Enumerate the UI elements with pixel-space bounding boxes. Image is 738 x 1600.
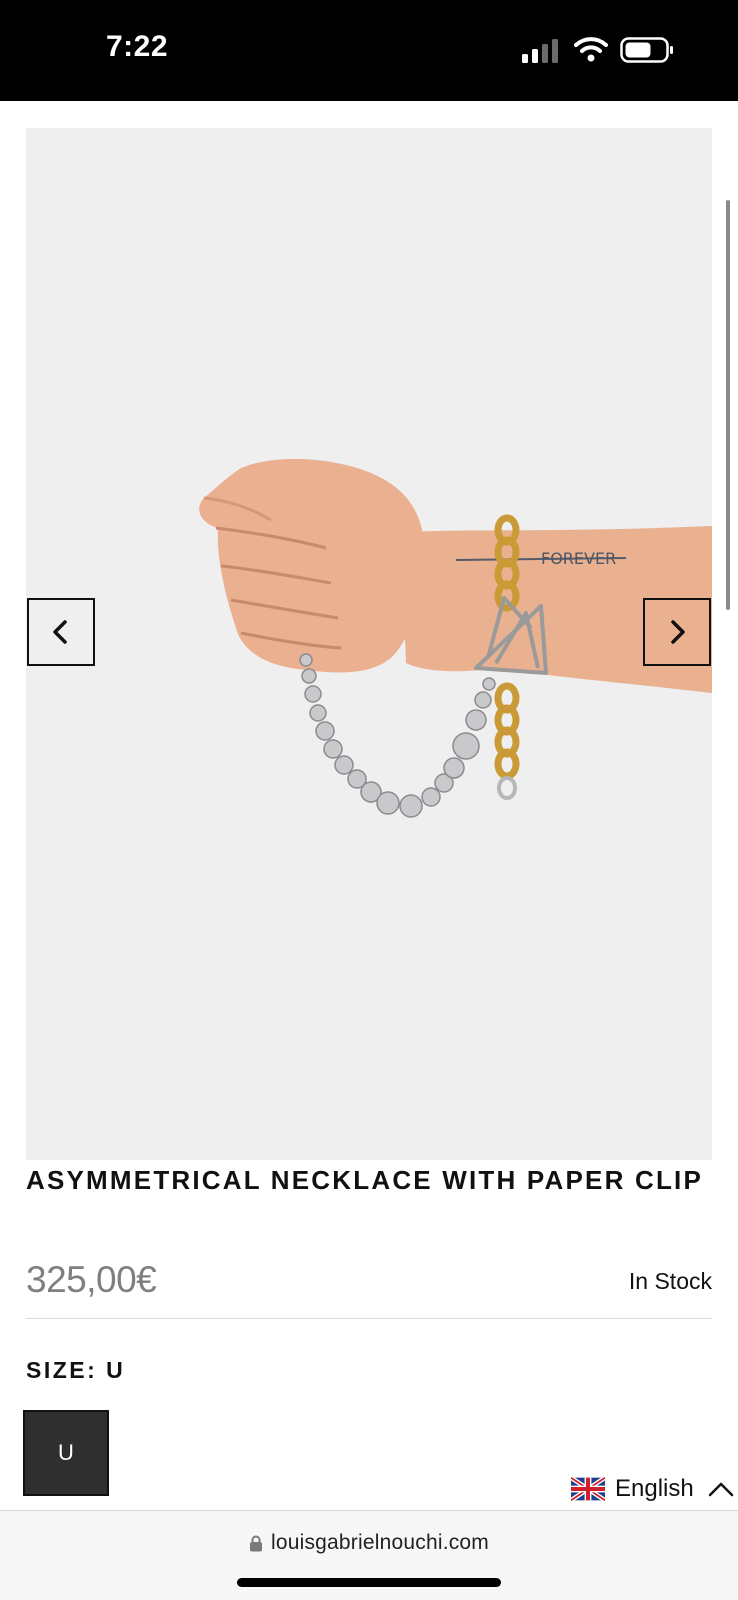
status-bar: 7:22 [0, 0, 738, 101]
language-switcher[interactable]: English [571, 1472, 734, 1506]
size-label: SIZE: U [26, 1357, 126, 1383]
gallery-prev-button[interactable] [27, 598, 95, 666]
chevron-up-icon [708, 1482, 733, 1497]
stock-status: In Stock [628, 1268, 712, 1294]
product-image: FOREVER [199, 458, 712, 818]
battery-icon [620, 37, 673, 63]
product-price: 325,00€ [26, 1259, 157, 1300]
url-container[interactable]: louisgabrielnouchi.com [0, 1531, 738, 1555]
cellular-signal-icon [522, 39, 558, 63]
home-indicator[interactable] [237, 1578, 501, 1587]
page-scrollbar[interactable] [726, 200, 730, 610]
status-time: 7:22 [106, 30, 169, 63]
chevron-left-icon [53, 620, 67, 644]
divider [26, 1318, 712, 1319]
chevron-right-icon [671, 620, 685, 644]
size-option-u[interactable]: U [23, 1410, 109, 1496]
uk-flag-icon [571, 1477, 605, 1501]
language-label: English [615, 1475, 694, 1502]
lock-icon [249, 1535, 262, 1551]
url-text[interactable]: louisgabrielnouchi.com [271, 1531, 489, 1555]
gallery-next-button[interactable] [643, 598, 711, 666]
product-image-gallery[interactable]: FOREVER [26, 128, 712, 1160]
product-title: ASYMMETRICAL NECKLACE WITH PAPER CLIP [26, 1165, 704, 1195]
tattoo-text: FOREVER [541, 549, 616, 568]
wifi-icon [574, 37, 608, 62]
